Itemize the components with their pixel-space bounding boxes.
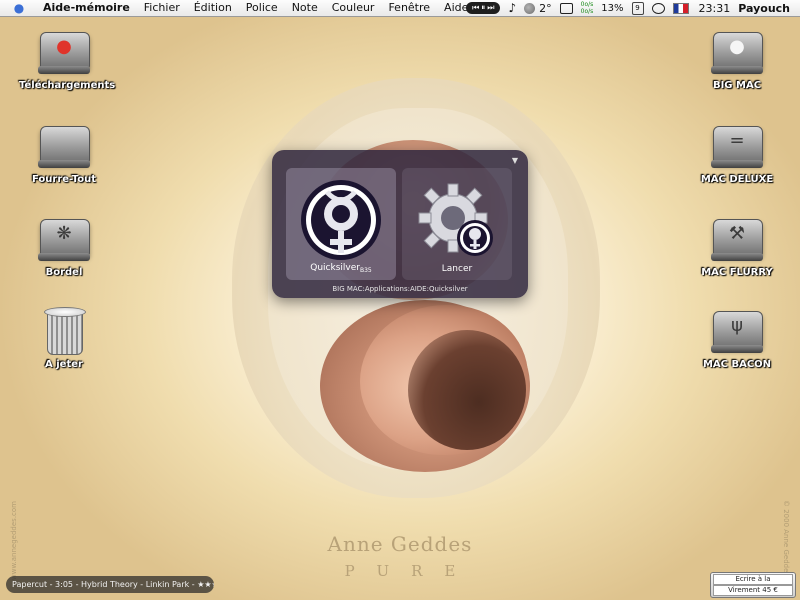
quicksilver-path: BIG MAC:Applications:AIDE:Quicksilver [332, 285, 468, 293]
desktop-icon-label: A jeter [45, 359, 83, 370]
desktop-icon-label: BIG MAC [712, 80, 762, 91]
music-note-icon[interactable]: ♪ [508, 1, 516, 15]
display-mirror-icon[interactable] [559, 2, 573, 14]
menu-couleur[interactable]: Couleur [325, 0, 382, 16]
quicksilver-action-pane[interactable]: Lancer [402, 168, 512, 280]
paw-drive-icon: ❋ [38, 213, 90, 263]
pause-icon[interactable]: ⏸ [481, 3, 485, 13]
itunes-controller: ⏮ ⏸ ⏭ [466, 2, 501, 14]
usb-drive-icon: ψ [711, 305, 763, 355]
network-down: 0o/s [580, 8, 594, 15]
desktop-icon-bordel[interactable]: ❋ Bordel [19, 213, 109, 278]
quicksilver-object-label: QuicksilverB35 [286, 263, 396, 274]
desktop-icon-label: Bordel [45, 267, 83, 278]
script-menu-icon[interactable]: 9 [631, 1, 644, 15]
quicksilver-icon [301, 180, 381, 260]
apple-rainbow-drive-icon: ● [38, 26, 90, 76]
menu-bar: ● Aide-mémoire Fichier Édition Police No… [0, 0, 800, 17]
trash-icon [44, 305, 86, 355]
apple-menu-icon[interactable]: ● [12, 1, 26, 15]
temperature-readout: 2° [539, 1, 552, 15]
quicksilver-action-label: Lancer [441, 264, 473, 274]
quicksilver-object-name: Quicksilver [310, 263, 360, 273]
ichat-icon[interactable] [651, 2, 665, 14]
gear-icon [418, 183, 493, 256]
desktop-icon-label: MAC BACON [702, 359, 772, 370]
desktop-icon-mac-deluxe[interactable]: = MAC DELUXE [692, 120, 782, 185]
desktop-icon-label: Téléchargements [19, 80, 116, 91]
wallpaper-site: www.annegeddes.com [10, 501, 18, 580]
wallpaper-copyright: © 2000 Anne Geddes [782, 500, 790, 577]
quicksilver-version: B35 [359, 267, 372, 274]
wallpaper-brand-sub: PURE [344, 562, 478, 580]
desktop-wallpaper: Anne Geddes PURE www.annegeddes.com © 20… [0, 0, 800, 600]
menu-fenetre[interactable]: Fenêtre [381, 0, 437, 16]
chevron-down-icon[interactable]: ▼ [512, 156, 518, 165]
desktop-icon-mac-flurry[interactable]: ⚒ MAC FLURRY [692, 213, 782, 278]
wallpaper-baby-hair [408, 330, 526, 450]
apple-drive-icon: ● [711, 26, 763, 76]
menu-fichier[interactable]: Fichier [137, 0, 187, 16]
desktop-icon-mac-bacon[interactable]: ψ MAC BACON [692, 305, 782, 370]
desktop-icon-fourre-tout[interactable]: Fourre-Tout [19, 120, 109, 185]
quicksilver-object-pane[interactable]: QuicksilverB35 [286, 168, 396, 280]
desktop-icon-label: Fourre-Tout [31, 174, 96, 185]
write-to-button[interactable]: Ecrire à la [713, 574, 793, 585]
menu-app[interactable]: Aide-mémoire [36, 0, 137, 16]
desktop-icon-trash[interactable]: A jeter [19, 305, 109, 370]
cpu-readout[interactable]: 13% [601, 3, 623, 14]
wallpaper-brand: Anne Geddes [327, 532, 473, 556]
hard-drive-icon: = [711, 120, 763, 170]
desktop-icon-telechargements[interactable]: ● Téléchargements [19, 26, 116, 91]
desktop-icon-label: MAC DELUXE [700, 174, 774, 185]
network-up: 0o/s [580, 1, 594, 8]
transfer-widget: Ecrire à la Virement 45 € [710, 572, 796, 598]
menu-extras: ⏮ ⏸ ⏭ ♪ 2° 0o/s 0o/s 13% 9 23:31 Payouch [466, 0, 800, 16]
next-track-icon[interactable]: ⏭ [487, 3, 494, 13]
transfer-button[interactable]: Virement 45 € [713, 585, 793, 596]
menu-note[interactable]: Note [285, 0, 325, 16]
user-menu[interactable]: Payouch [738, 2, 790, 15]
desktop-icon-big-mac[interactable]: ● BIG MAC [692, 26, 782, 91]
desktop-icon-label: MAC FLURRY [701, 267, 773, 278]
previous-track-icon[interactable]: ⏮ [472, 3, 479, 13]
menu-police[interactable]: Police [239, 0, 285, 16]
menu-edition[interactable]: Édition [187, 0, 239, 16]
hard-drive-icon [38, 120, 90, 170]
quicksilver-panel: ▼ QuicksilverB35 Lancer BIG MAC:Applicat… [272, 150, 528, 298]
french-flag-icon[interactable] [672, 2, 689, 14]
tools-drive-icon: ⚒ [711, 213, 763, 263]
menu-clock[interactable]: 23:31 [699, 2, 731, 15]
now-playing-bar: Papercut - 3:05 - Hybrid Theory - Linkin… [6, 576, 214, 593]
weather-icon[interactable] [524, 2, 536, 14]
network-monitor[interactable]: 0o/s 0o/s [581, 1, 594, 15]
